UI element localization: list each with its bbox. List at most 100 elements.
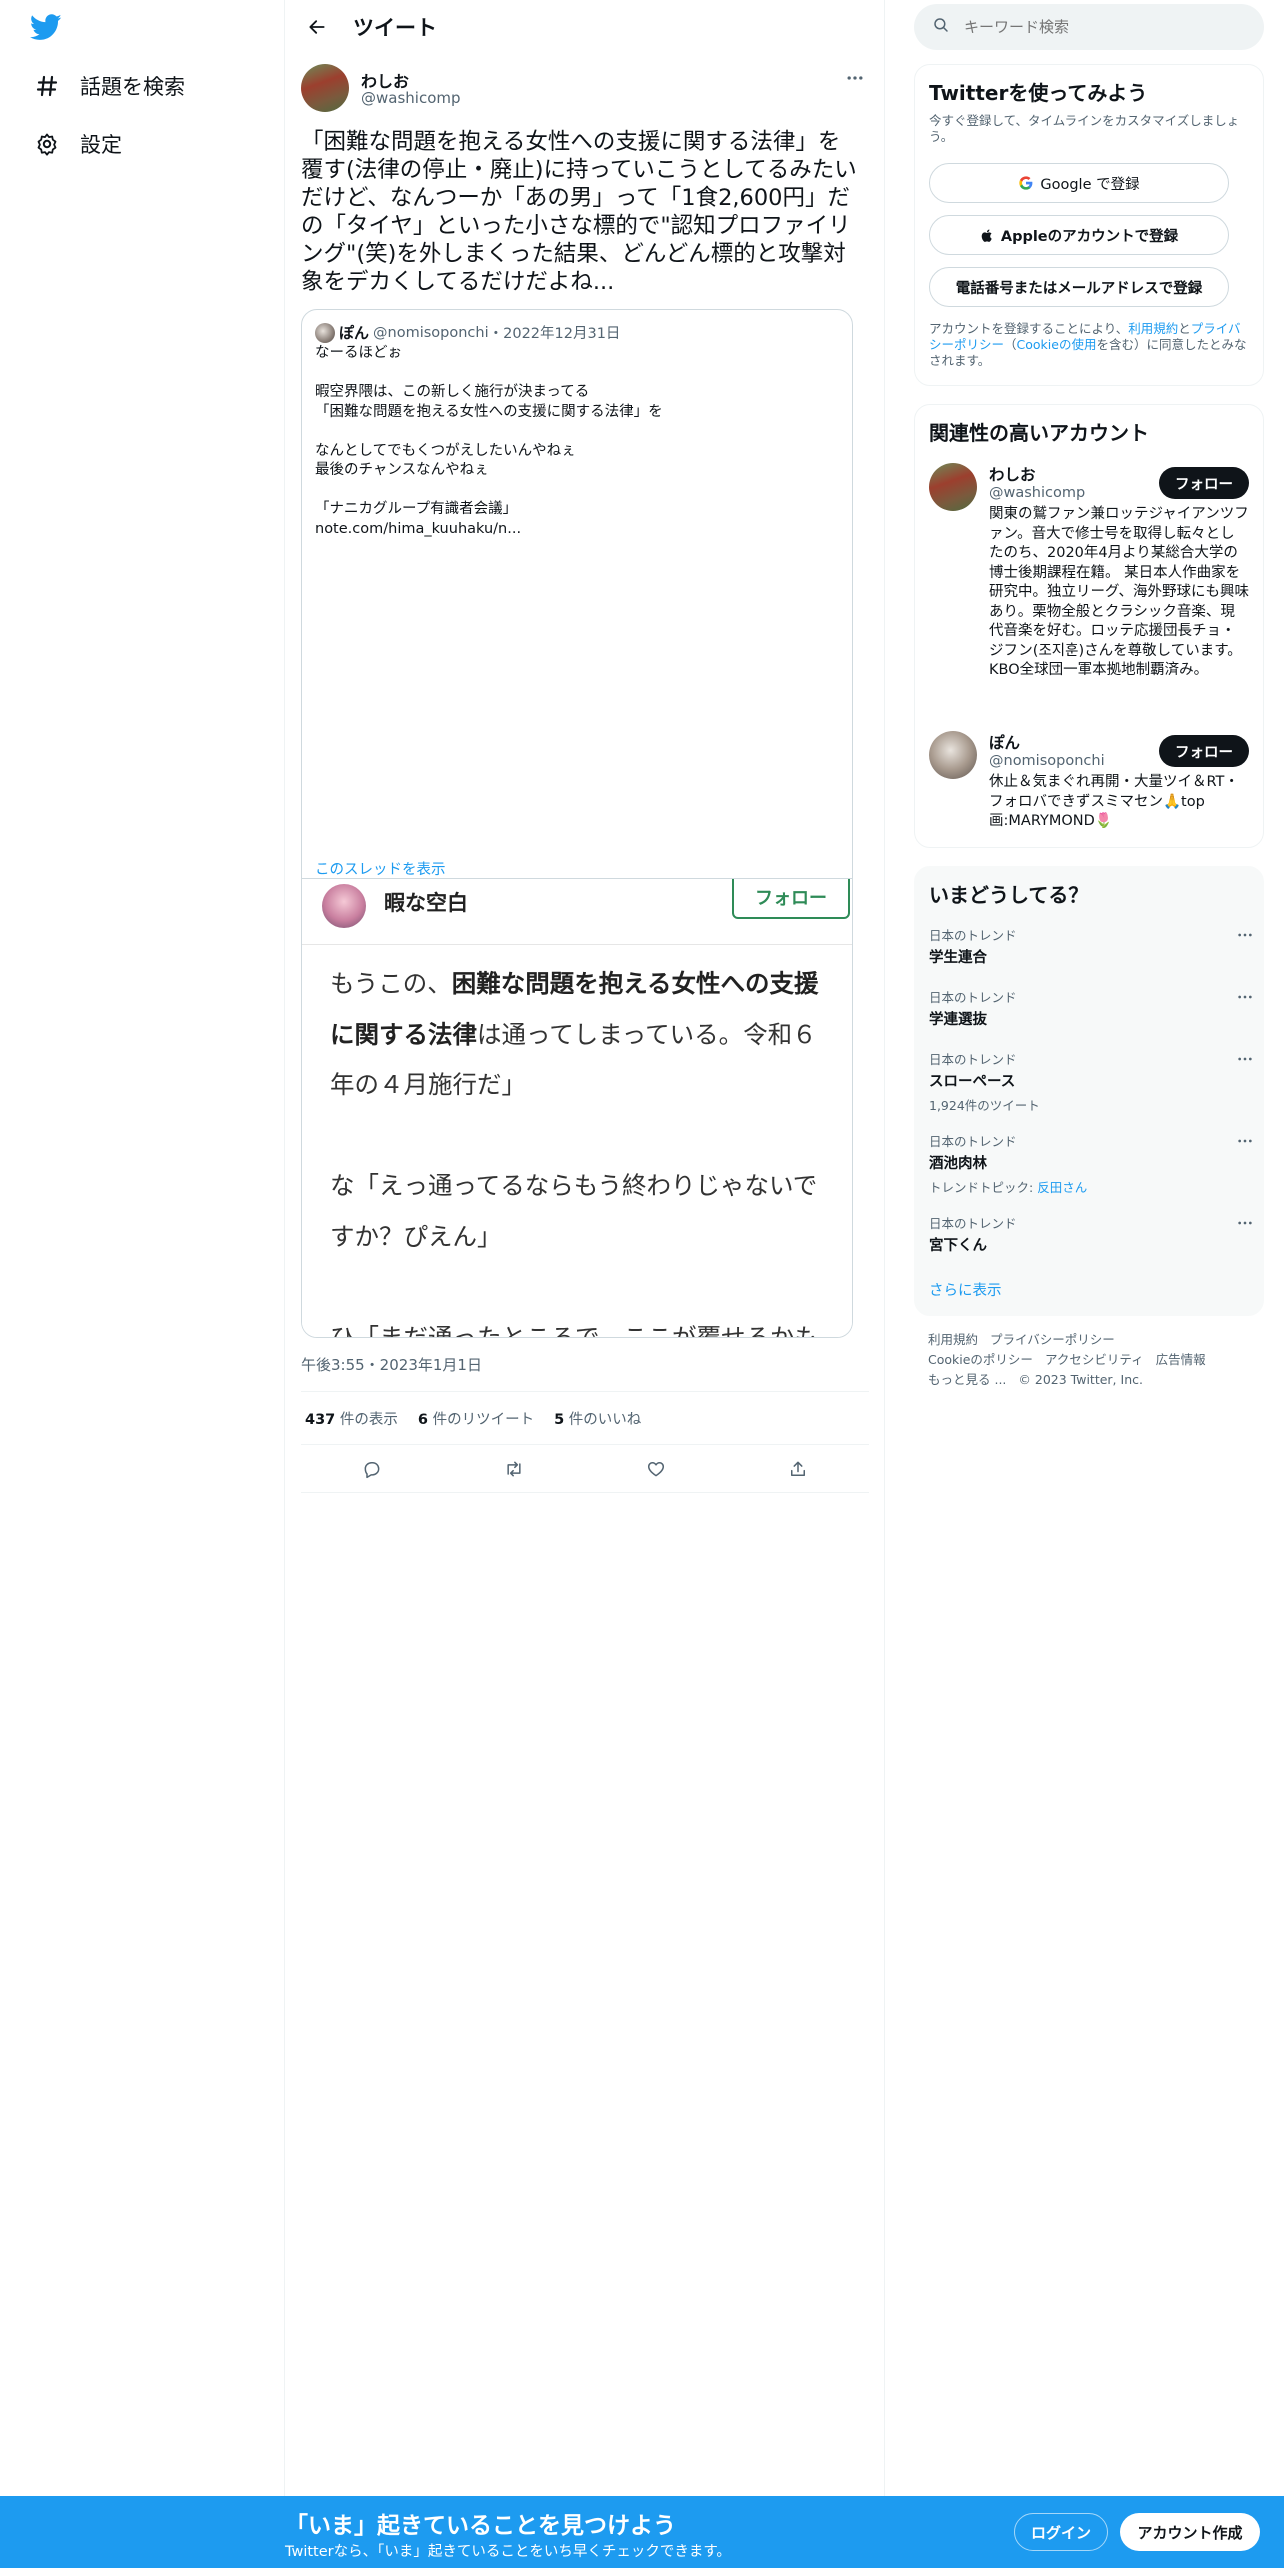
more-options-icon[interactable]: [1235, 1049, 1255, 1069]
left-nav: 話題を検索 設定: [0, 0, 285, 2496]
retweets-count: 6: [417, 1411, 428, 1428]
account-bio: 休止＆気まぐれ再開・大量ツイ＆RT・フォロバできずスミマセン🙏top画:MARY…: [989, 774, 1239, 829]
trend-category: 日本のトレンド: [929, 1216, 1017, 1231]
nav-settings-label: 設定: [80, 133, 122, 157]
views-stat[interactable]: 437 件の表示: [305, 1408, 398, 1429]
trends-title: いまどうしてる？: [929, 883, 1089, 907]
trend-category: 日本のトレンド: [929, 928, 1017, 943]
trend-category: 日本のトレンド: [929, 1052, 1017, 1067]
terms-link[interactable]: 利用規約: [1128, 321, 1178, 336]
bottom-signup-bar: 「いま」起きていることを見つけよう Twitterなら、「いま」起きていることを…: [0, 2496, 1284, 2568]
nav-settings[interactable]: 設定: [34, 124, 122, 164]
footer-links: 利用規約 プライバシーポリシー Cookieのポリシー アクセシビリティ 広告情報 も…: [928, 1330, 1248, 1390]
more-options-icon[interactable]: [845, 68, 869, 88]
apple-signup-button[interactable]: Appleのアカウントで登録: [929, 215, 1229, 255]
page-title: ツイート: [353, 16, 437, 40]
show-more-trends-link[interactable]: さらに表示: [929, 1279, 1002, 1300]
account-bio: 関東の鷲ファン兼ロッテジャイアンツファン。音大で修士号を取得し転々としたのち、2…: [989, 506, 1249, 678]
quote-image[interactable]: 暇な空白 フォロー もうこの、困難な問題を抱える女性への支援に関する法律は通って…: [302, 878, 852, 1338]
cookie-link[interactable]: Cookieの使用: [1017, 337, 1097, 352]
footer-ads-link[interactable]: 広告情報: [1156, 1352, 1206, 1367]
tweet-text: 「困難な問題を抱える女性への支援に関する法律」を覆す(法律の停止・廃止)に持って…: [301, 129, 857, 295]
more-options-icon[interactable]: [1235, 987, 1255, 1007]
image-author-name: 暇な空白: [384, 891, 468, 915]
image-body-prefix: もうこの、: [330, 969, 452, 998]
trend-name: 学連選抜: [929, 1012, 987, 1028]
image-follow-button: フォロー: [732, 879, 850, 919]
quote-text: なーるほどぉ 暇空界隈は、この新しく施行が決まってる 「困難な問題を抱える女性へ…: [315, 345, 663, 537]
like-icon[interactable]: [638, 1451, 674, 1487]
retweet-icon[interactable]: [496, 1451, 532, 1487]
search-input[interactable]: [964, 18, 1244, 36]
footer-accessibility-link[interactable]: アクセシビリティ: [1045, 1352, 1144, 1367]
back-arrow-icon[interactable]: [297, 7, 337, 47]
more-options-icon[interactable]: [1235, 925, 1255, 945]
trend-tweet-count: 1,924件のツイート: [929, 1098, 1040, 1113]
relevant-accounts-title: 関連性の高いアカウント: [929, 421, 1149, 445]
legal-prefix: アカウントを登録することにより、: [929, 321, 1129, 336]
image-header-strip: 暇な空白 フォロー: [302, 879, 852, 945]
login-button[interactable]: ログイン: [1014, 2513, 1108, 2551]
quoted-tweet[interactable]: ぽん @nomisoponchi ・2022年12月31日 なーるほどぉ 暇空界…: [301, 309, 853, 1338]
image-body-text: もうこの、困難な問題を抱える女性への支援に関する法律は通ってしまっている。令和６…: [330, 959, 835, 1338]
page-header: ツイート: [285, 0, 885, 54]
quote-date: ・2022年12月31日: [488, 326, 621, 342]
quote-author-name: ぽん: [339, 324, 370, 342]
hashtag-icon: [34, 73, 60, 99]
footer-terms-link[interactable]: 利用規約: [928, 1332, 978, 1347]
follow-button[interactable]: フォロー: [1159, 735, 1249, 767]
apple-signup-label: Appleのアカウントで登録: [1000, 228, 1179, 245]
image-avatar: [322, 884, 366, 928]
google-signup-button[interactable]: Google で登録: [929, 163, 1229, 203]
quote-author-handle: @nomisoponchi: [373, 324, 489, 341]
image-body-rest: は通ってしまっている。令和６年の４月施行だ」 な「えっ通ってるならもう終わりじゃ…: [330, 1019, 820, 1338]
legal-mid: （: [1004, 337, 1017, 352]
bottom-bar-title: 「いま」起きていることを見つけよう: [285, 2513, 676, 2539]
trend-name: 宮下くん: [929, 1238, 987, 1254]
quote-avatar: [315, 322, 335, 343]
footer-copyright: © 2023 Twitter, Inc.: [1018, 1372, 1143, 1387]
trend-item[interactable]: 日本のトレンド 学連選抜: [929, 987, 1252, 1029]
footer-privacy-link[interactable]: プライバシーポリシー: [990, 1332, 1115, 1347]
account-avatar[interactable]: [929, 463, 977, 511]
bottom-bar-subtitle: Twitterなら、「いま」起きていることをいち早くチェックできます。: [285, 2544, 731, 2560]
retweets-stat[interactable]: 6 件のリツイート: [418, 1408, 534, 1429]
twitter-logo-icon[interactable]: [29, 14, 66, 44]
share-icon[interactable]: [780, 1451, 816, 1487]
account-avatar[interactable]: [929, 731, 977, 779]
legal-and: と: [1178, 321, 1191, 336]
trend-topic-link[interactable]: 反田さん: [1037, 1180, 1087, 1195]
more-options-icon[interactable]: [1235, 1213, 1255, 1233]
likes-stat[interactable]: 5 件のいいね: [554, 1408, 641, 1429]
google-icon: [1018, 175, 1034, 191]
trend-name: 酒池肉林: [929, 1156, 987, 1172]
trend-item[interactable]: 日本のトレンド 宮下くん: [929, 1213, 1252, 1255]
trend-item[interactable]: 日本のトレンド 酒池肉林 トレンドトピック: 反田さん: [929, 1131, 1252, 1196]
author-avatar[interactable]: [301, 64, 349, 112]
apple-icon: [980, 228, 995, 243]
footer-cookie-link[interactable]: Cookieのポリシー: [928, 1352, 1033, 1367]
signup-card: Twitterを使ってみよう 今すぐ登録して、タイムラインをカスタマイズしましょ…: [914, 64, 1264, 386]
trend-item[interactable]: 日本のトレンド スローペース 1,924件のツイート: [929, 1049, 1252, 1114]
quote-header: ぽん @nomisoponchi ・2022年12月31日: [315, 322, 620, 343]
search-bar[interactable]: [914, 4, 1264, 50]
likes-count: 5: [554, 1411, 565, 1428]
tweet-stats: 437 件の表示 6 件のリツイート 5 件のいいね: [301, 1391, 869, 1445]
tweet-actions: [301, 1445, 869, 1493]
likes-label: 件のいいね: [568, 1411, 642, 1428]
nav-explore[interactable]: 話題を検索: [34, 66, 185, 106]
views-count: 437: [305, 1411, 336, 1428]
create-account-button[interactable]: アカウント作成: [1120, 2513, 1260, 2551]
nav-explore-label: 話題を検索: [80, 75, 185, 99]
reply-icon[interactable]: [354, 1451, 390, 1487]
search-icon: [932, 16, 950, 38]
phone-email-signup-button[interactable]: 電話番号またはメールアドレスで登録: [929, 267, 1229, 307]
trend-category: 日本のトレンド: [929, 1134, 1017, 1149]
author-handle[interactable]: @washicomp: [361, 89, 461, 107]
tweet-timestamp[interactable]: 午後3:55・2023年1月1日: [301, 1354, 482, 1375]
footer-more-link[interactable]: もっと見る ...: [928, 1372, 1006, 1387]
show-thread-link[interactable]: このスレッドを表示: [315, 858, 446, 879]
follow-button[interactable]: フォロー: [1159, 467, 1249, 499]
more-options-icon[interactable]: [1235, 1131, 1255, 1151]
trend-item[interactable]: 日本のトレンド 学生連合: [929, 925, 1252, 967]
